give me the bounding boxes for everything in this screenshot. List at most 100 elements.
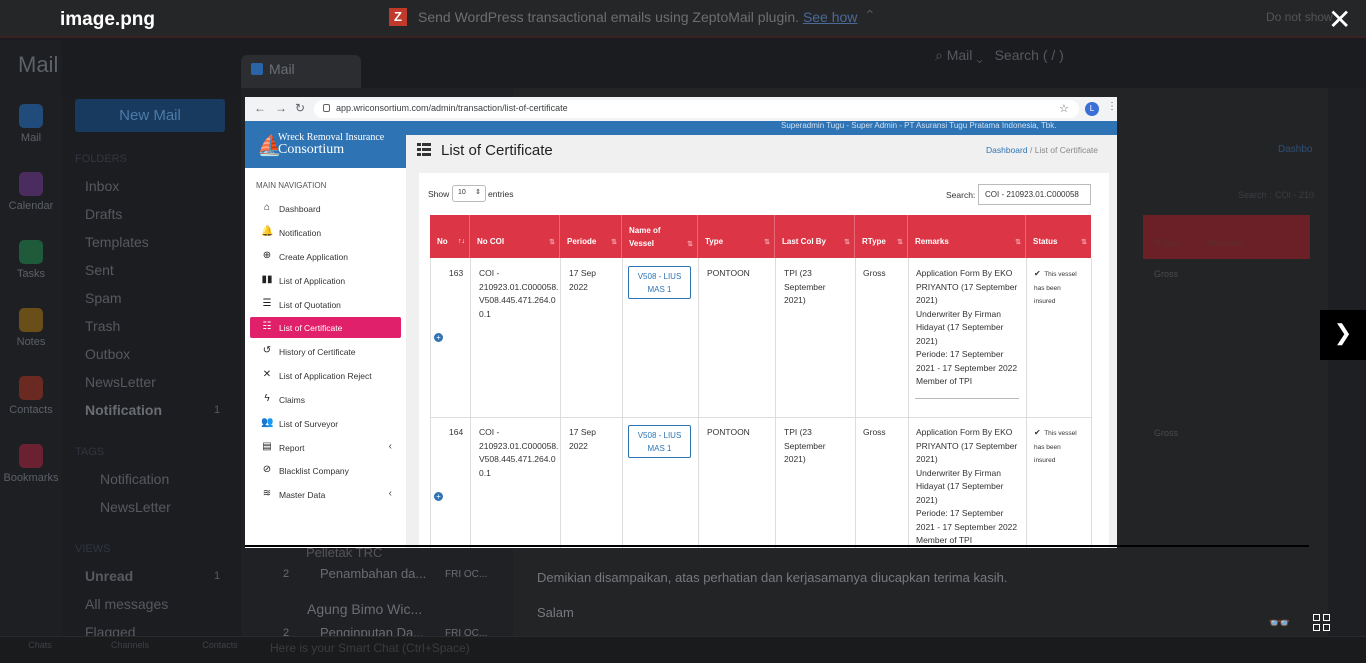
sidebar-item-blacklist-company[interactable]: ⊘ Blacklist Company xyxy=(250,460,401,481)
show-label: Show xyxy=(428,189,450,199)
folder-newsletter[interactable]: NewsLetter xyxy=(85,374,156,390)
nav-bookmarks[interactable]: Bookmarks xyxy=(0,444,62,484)
promo-link[interactable]: See how xyxy=(803,9,857,25)
nav-notes[interactable]: Notes xyxy=(0,308,62,348)
cell-line: insured xyxy=(1034,298,1056,305)
bottom-contacts[interactable]: Contacts xyxy=(200,640,240,650)
check-icon: ✔ xyxy=(1034,269,1041,278)
cell-line: TPI (23 xyxy=(784,268,812,278)
address-bar[interactable]: app.wriconsortium.com/admin/transaction/… xyxy=(314,100,1079,118)
divider xyxy=(245,545,1309,547)
col-type[interactable]: Type ⇅ xyxy=(698,215,775,258)
folder-spam[interactable]: Spam xyxy=(85,290,122,306)
forward-icon[interactable]: → xyxy=(275,101,287,115)
star-icon[interactable]: ☆ xyxy=(1059,102,1069,115)
lock-icon xyxy=(323,104,330,112)
search-bar[interactable]: ⌕ Mail ⌄ Search ( / ) xyxy=(935,47,1295,75)
bg-col: Remarks xyxy=(1207,238,1244,248)
sidebar-item-label: Report xyxy=(279,443,305,453)
folder-drafts[interactable]: Drafts xyxy=(85,206,122,222)
grid-view-icon[interactable] xyxy=(1313,614,1331,632)
cell-line: 2021 - 17 September 2022 xyxy=(916,521,1018,532)
folders-heading: FOLDERS xyxy=(75,153,127,165)
sidebar-item-report[interactable]: ▤ Report ‹ xyxy=(250,437,401,458)
cell-remarks: Application Form By EKO PRIYANTO (17 Sept… xyxy=(916,426,1017,548)
bottom-chats[interactable]: Chats xyxy=(20,640,60,650)
new-mail-button[interactable]: New Mail xyxy=(75,99,225,132)
reload-icon[interactable]: ↻ xyxy=(295,101,305,115)
nav-mail[interactable]: Mail xyxy=(0,104,62,144)
grid-line xyxy=(470,258,471,548)
list-item-sender[interactable]: Agung Bimo Wic... xyxy=(307,601,422,617)
sidebar-item-label: List of Quotation xyxy=(279,300,341,310)
sidebar-item-list-of-certificate[interactable]: ☷ List of Certificate xyxy=(250,317,401,338)
col-remarks[interactable]: Remarks ⇅ xyxy=(908,215,1026,258)
tag-notification[interactable]: Notification xyxy=(100,471,169,487)
sidebar-item-list-of-application[interactable]: ▮▮ List of Application xyxy=(250,270,401,291)
col-rtype[interactable]: RType ⇅ xyxy=(855,215,908,258)
tab-mail[interactable]: Mail xyxy=(241,55,361,88)
folder-sent[interactable]: Sent xyxy=(85,262,114,278)
cell-remarks: Application Form By EKO PRIYANTO (17 Sept… xyxy=(916,267,1017,389)
binoculars-icon[interactable]: 👓 xyxy=(1268,613,1290,634)
expand-row-icon[interactable]: + xyxy=(434,333,443,342)
dismiss-promo[interactable]: Do not show xyxy=(1266,10,1333,24)
next-arrow-icon[interactable]: ❯ xyxy=(1320,310,1366,360)
sidebar-item-application-reject[interactable]: ✕ List of Application Reject xyxy=(250,365,401,386)
table-search-input[interactable]: COI - 210923.01.C000058 xyxy=(978,184,1091,205)
folder-trash[interactable]: Trash xyxy=(85,318,120,334)
nav-label: Notes xyxy=(16,336,46,348)
col-status[interactable]: Status ⇅ xyxy=(1026,215,1091,258)
col-no-coi[interactable]: No COI ⇅ xyxy=(470,215,560,258)
cell-lastcoi: TPI (23 September 2021) xyxy=(784,426,826,467)
sidebar-item-notification[interactable]: 🔔 Notification xyxy=(250,222,401,243)
sidebar-item-dashboard[interactable]: ⌂ Dashboard xyxy=(250,198,401,219)
sidebar-item-create-application[interactable]: ⊕ Create Application xyxy=(250,246,401,267)
cell-line: 0.1 xyxy=(479,467,491,478)
tag-newsletter[interactable]: NewsLetter xyxy=(100,499,171,515)
nav-tasks[interactable]: Tasks xyxy=(0,240,62,280)
view-unread[interactable]: Unread xyxy=(85,568,133,584)
cell-line: 2022 xyxy=(569,440,588,451)
folder-inbox[interactable]: Inbox xyxy=(85,178,119,194)
vessel-button[interactable]: V508 - LIUS MAS 1 xyxy=(628,266,691,299)
bookmark-icon xyxy=(19,444,43,468)
url-text: app.wriconsortium.com/admin/transaction/… xyxy=(336,103,568,113)
col-last-coi-by[interactable]: Last CoI By ⇅ xyxy=(775,215,855,258)
cell-status: ✔ This vessel has been insured xyxy=(1034,267,1077,309)
back-icon[interactable]: ← xyxy=(254,101,266,115)
list-item-subject[interactable]: Penambahan da... xyxy=(320,566,426,581)
view-all-messages[interactable]: All messages xyxy=(85,596,168,612)
close-icon[interactable]: ✕ xyxy=(1328,3,1351,36)
folder-notification[interactable]: Notification xyxy=(85,402,162,418)
col-periode[interactable]: Periode ⇅ xyxy=(560,215,622,258)
col-name-of-vessel[interactable]: Name of Vessel ⇅ xyxy=(622,215,698,258)
cell-line: 2021) xyxy=(784,295,806,305)
chevron-up-icon[interactable]: ⌃ xyxy=(864,7,876,24)
sidebar-item-history-of-certificate[interactable]: ↺ History of Certificate xyxy=(250,341,401,362)
breadcrumb-home[interactable]: Dashboard xyxy=(986,145,1028,155)
sidebar-item-master-data[interactable]: ≋ Master Data ‹ xyxy=(250,484,401,505)
nav-contacts[interactable]: Contacts xyxy=(0,376,62,416)
sidebar-item-list-of-surveyor[interactable]: 👥 List of Surveyor xyxy=(250,413,401,434)
search-scope[interactable]: Mail xyxy=(947,47,973,63)
nav-label: Contacts xyxy=(9,404,53,416)
col-no[interactable]: No ↑↓ xyxy=(430,215,470,258)
list-icon: ☰ xyxy=(262,298,272,309)
search-input[interactable]: Search ( / ) xyxy=(995,47,1064,63)
sidebar-item-list-of-quotation[interactable]: ☰ List of Quotation xyxy=(250,294,401,315)
bottom-channels[interactable]: Channels xyxy=(110,640,150,650)
profile-avatar[interactable]: L xyxy=(1085,102,1099,116)
nav-calendar[interactable]: Calendar xyxy=(0,172,62,212)
smart-chat-input[interactable]: Here is your Smart Chat (Ctrl+Space) xyxy=(270,641,470,655)
expand-row-icon[interactable]: + xyxy=(434,492,443,501)
entries-select-value: 10 xyxy=(458,189,466,196)
folder-outbox[interactable]: Outbox xyxy=(85,346,130,362)
sidebar-item-claims[interactable]: ϟ Claims xyxy=(250,389,401,410)
cell-line: Periode: 17 September xyxy=(916,349,1004,359)
nav-label: Tasks xyxy=(16,268,46,280)
entries-select[interactable]: 10 ⇕ xyxy=(452,185,486,202)
vessel-button[interactable]: V508 - LIUS MAS 1 xyxy=(628,425,691,458)
menu-icon[interactable]: ⋮ xyxy=(1107,101,1117,112)
folder-templates[interactable]: Templates xyxy=(85,234,149,250)
